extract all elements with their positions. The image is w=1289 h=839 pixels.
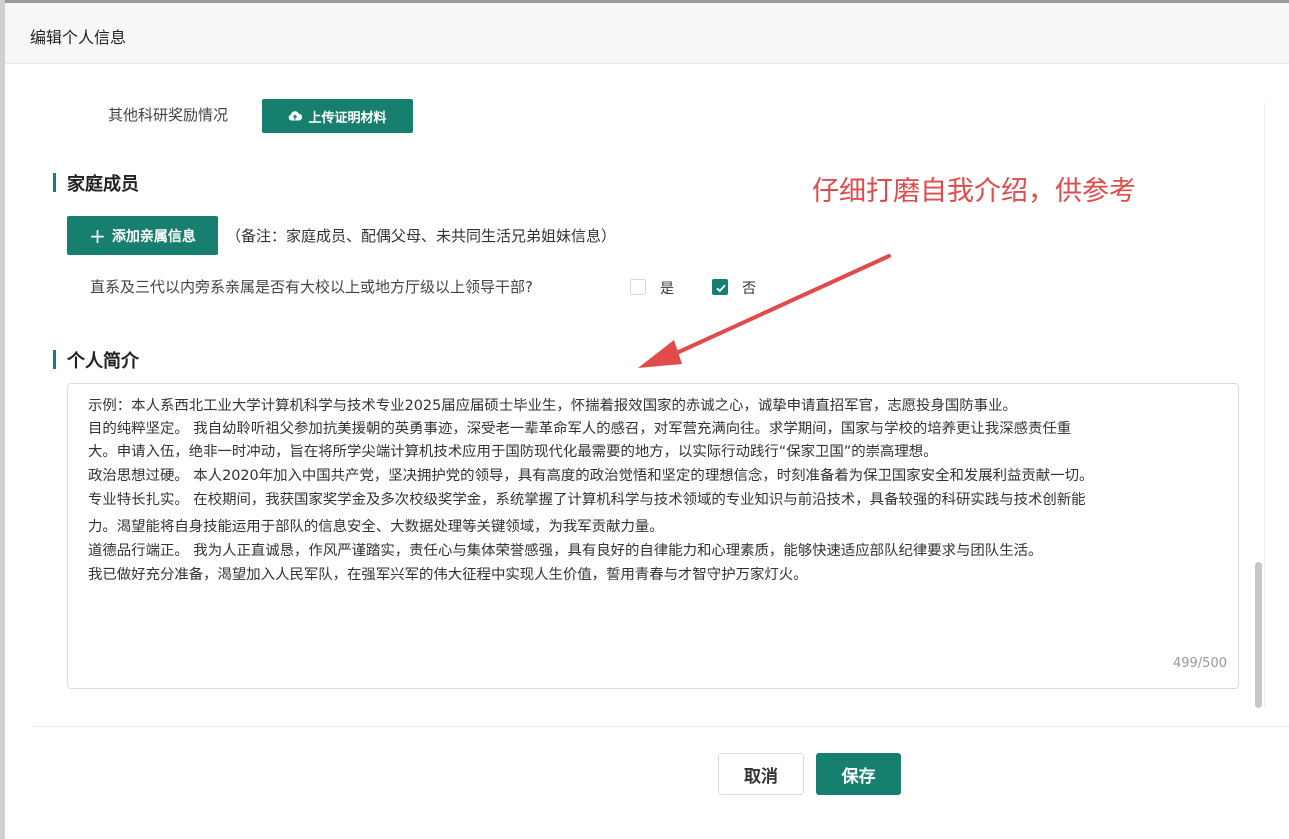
cloud-upload-icon: [289, 111, 303, 121]
intro-text-line: 力。渴望能将自身技能运用于部队的信息安全、大数据处理等关键领域，为我军贡献力量。: [88, 519, 664, 535]
annotation-arrow-icon: [638, 254, 891, 368]
intro-text-line: 专业特长扎实。 在校期间，我获国家奖学金及多次校级奖学金，系统掌握了计算机科学与…: [88, 492, 1086, 508]
upload-proof-button[interactable]: 上传证明材料: [262, 99, 413, 133]
intro-text-line: 目的纯粹坚定。 我自幼聆听祖父参加抗美援朝的英勇事迹，深受老一辈革命军人的感召，…: [88, 421, 1072, 437]
dialog-title: 编辑个人信息: [30, 28, 127, 47]
intro-section-marker: [53, 350, 56, 369]
save-button[interactable]: 保存: [816, 753, 901, 795]
research-awards-label: 其他科研奖励情况: [108, 106, 229, 124]
intro-section-title: 个人简介: [67, 351, 139, 372]
annotation-text: 仔细打磨自我介绍，供参考: [812, 176, 1136, 207]
add-relative-label: 添加亲属信息: [111, 228, 196, 245]
background-window-edge: [0, 0, 5, 839]
intro-text-line: 政治思想过硬。 本人2020年加入中国共产党，坚决拥护党的领导，具有高度的政治觉…: [88, 468, 1094, 484]
family-section-marker: [53, 173, 56, 192]
leader-relative-question: 直系及三代以内旁系亲属是否有大校以上或地方厅级以上领导干部?: [90, 278, 533, 296]
add-relative-button[interactable]: + 添加亲属信息: [67, 216, 218, 255]
scrollbar-thumb[interactable]: [1255, 562, 1262, 708]
intro-text-line: 我已做好充分准备，渴望加入人民军队，在强军兴军的伟大征程中实现人生价值，誓用青春…: [88, 567, 808, 583]
cancel-button[interactable]: 取消: [718, 753, 804, 795]
plus-icon: +: [89, 223, 106, 248]
family-section-title: 家庭成员: [67, 174, 139, 195]
intro-text-line: 道德品行端正。 我为人正直诚恳，作风严谨踏实，责任心与集体荣誉感强，具有良好的自…: [88, 543, 1043, 559]
intro-text-line: 大。申请入伍，绝非一时冲动，旨在将所学尖端计算机技术应用于国防现代化最需要的地方…: [88, 444, 938, 460]
intro-text-line: 示例：本人系西北工业大学计算机科学与技术专业2025届应届硕士毕业生，怀揣着报效…: [88, 398, 1017, 414]
family-note: （备注：家庭成员、配偶父母、未共同生活兄弟姐妹信息）: [226, 227, 617, 245]
dialog-header: 编辑个人信息: [5, 3, 1289, 64]
content-divider: [1264, 102, 1265, 708]
personal-intro-textarea[interactable]: 示例：本人系西北工业大学计算机科学与技术专业2025届应届硕士毕业生，怀揣着报效…: [67, 383, 1239, 689]
char-counter: 499/500: [1172, 656, 1227, 671]
footer-divider: [33, 726, 1289, 727]
upload-proof-label: 上传证明材料: [308, 110, 387, 126]
